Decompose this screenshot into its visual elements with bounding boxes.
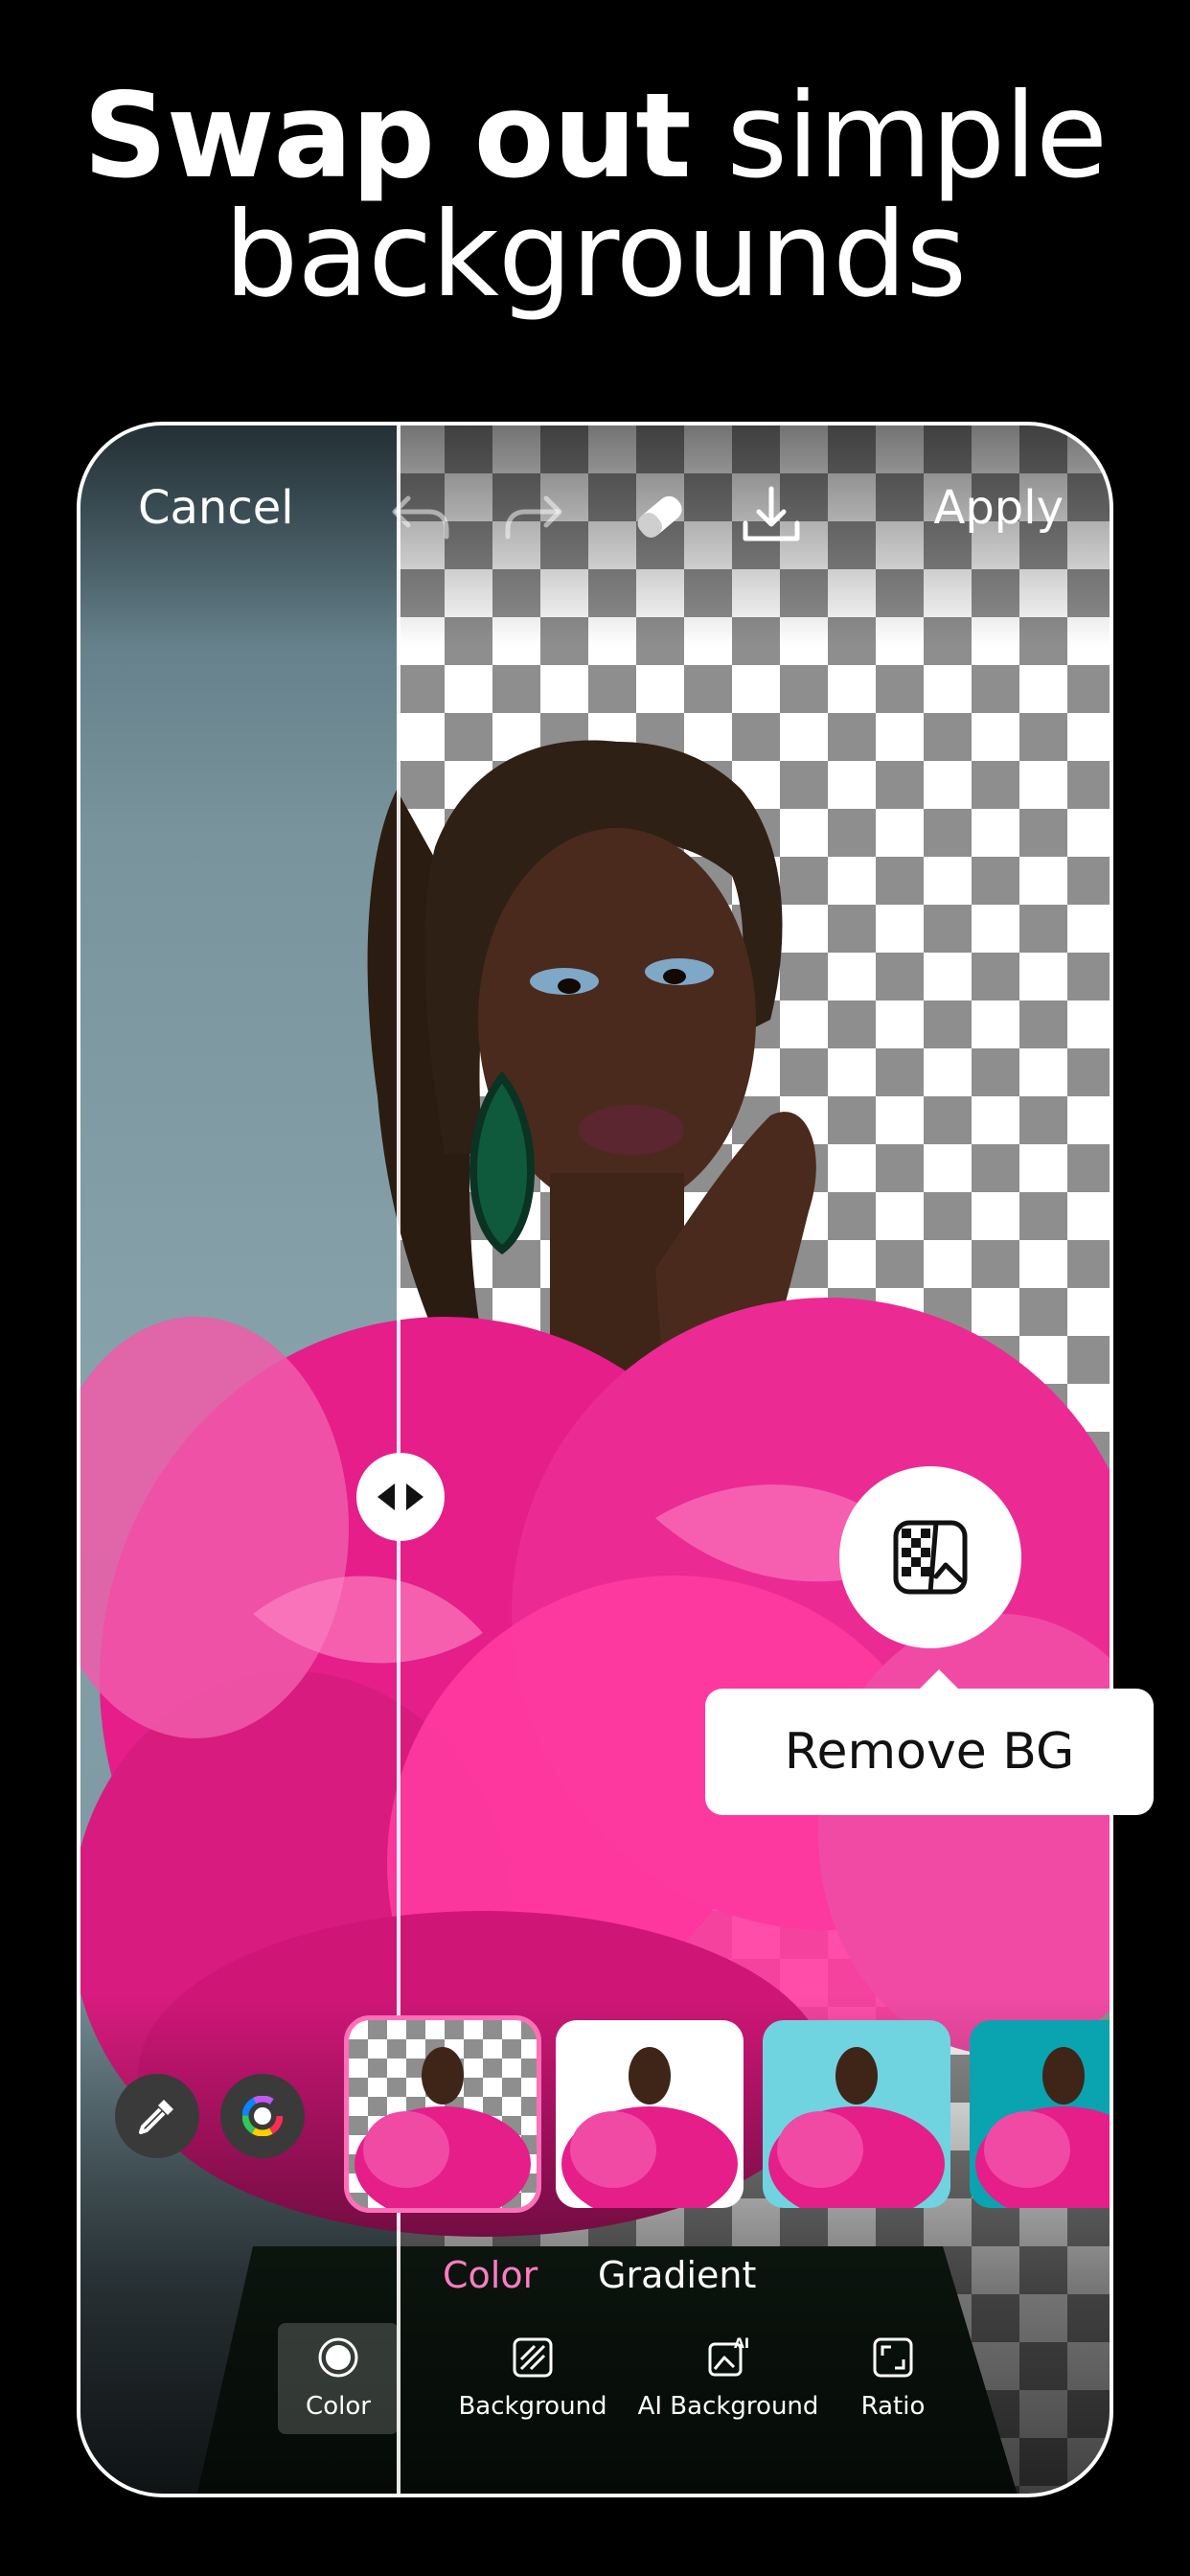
phone-frame: Cancel Apply Color Gradient Color Backgr… — [77, 422, 1113, 2497]
cancel-button[interactable]: Cancel — [138, 481, 294, 535]
background-icon — [513, 2337, 553, 2378]
left-right-arrows-icon — [378, 1484, 423, 1510]
svg-text:AI: AI — [734, 2336, 749, 2352]
nav-ai-background[interactable]: AI AI Background — [623, 2323, 834, 2434]
compare-handle[interactable] — [356, 1453, 445, 1541]
eraser-icon[interactable] — [627, 481, 694, 548]
color-wheel-button[interactable] — [220, 2074, 305, 2158]
thumbnail-subject — [975, 2047, 1110, 2208]
nav-ai-background-label: AI Background — [637, 2392, 819, 2421]
tab-gradient[interactable]: Gradient — [598, 2254, 756, 2296]
apply-button[interactable]: Apply — [933, 481, 1064, 535]
eyedropper-button[interactable] — [115, 2074, 199, 2158]
remove-bg-icon — [893, 1520, 968, 1595]
eyedropper-icon — [139, 2100, 173, 2134]
thumbnail-transparent[interactable] — [344, 2015, 541, 2213]
nav-color[interactable]: Color — [278, 2323, 399, 2434]
thumbnail-subject — [768, 2047, 945, 2208]
nav-background-label: Background — [458, 2392, 607, 2421]
color-icon — [318, 2337, 358, 2378]
thumbnail-subject — [355, 2047, 531, 2208]
headline-normal: simple — [726, 68, 1108, 204]
nav-background[interactable]: Background — [437, 2323, 629, 2434]
ai-background-icon: AI — [708, 2336, 749, 2377]
download-icon[interactable] — [738, 481, 805, 548]
thumbnail-subject — [561, 2047, 738, 2208]
undo-icon[interactable] — [387, 481, 454, 548]
top-gradient — [80, 426, 1110, 646]
headline: Swap out simple backgrounds — [0, 77, 1190, 314]
thumbnail-teal[interactable] — [970, 2020, 1110, 2208]
nav-ratio-label: Ratio — [860, 2392, 926, 2421]
color-wheel-icon — [242, 2096, 283, 2136]
remove-bg-label[interactable]: Remove BG — [705, 1689, 1154, 1815]
remove-bg-button[interactable] — [839, 1466, 1021, 1648]
headline-bold: Swap out — [82, 68, 692, 204]
thumbnail-light-blue[interactable] — [763, 2020, 950, 2208]
headline-line-2: backgrounds — [223, 187, 967, 323]
headline-line-1: Swap out simple — [0, 77, 1190, 196]
tab-color[interactable]: Color — [443, 2254, 538, 2296]
redo-icon[interactable] — [500, 481, 567, 548]
thumbnail-white[interactable] — [556, 2020, 744, 2208]
nav-ratio[interactable]: Ratio — [835, 2323, 950, 2434]
nav-color-label: Color — [306, 2392, 371, 2421]
ratio-icon — [873, 2337, 913, 2378]
